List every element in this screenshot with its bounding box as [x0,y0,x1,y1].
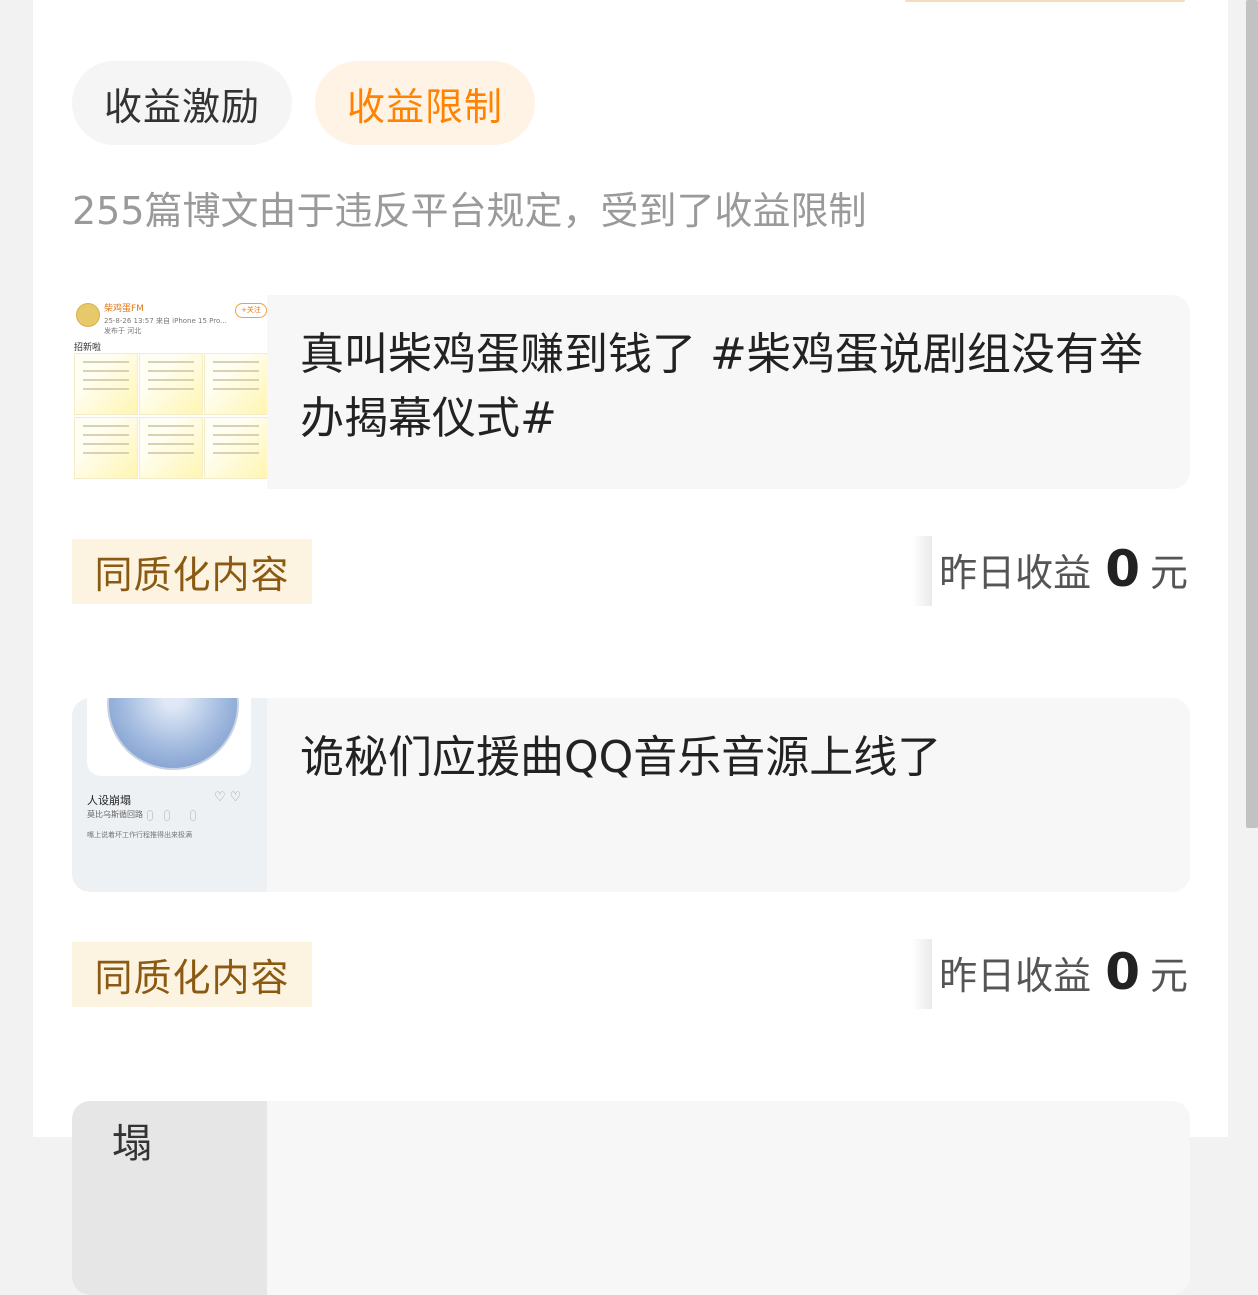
scrollbar-thumb[interactable] [1246,0,1258,828]
yesterday-earnings: 昨日收益 0 元 [939,540,1188,610]
post-thumbnail: 塌 [72,1101,267,1295]
thumb-image-cell [139,353,203,415]
thumb-chip [147,810,153,821]
thumb-image-cell [204,417,267,479]
thumb-meta: 25-8-26 13:57 来自 iPhone 15 Pro... [104,317,227,325]
post-title: 诡秘们应援曲QQ音乐音源上线了 [300,732,942,783]
post-thumbnail: 柴鸡蛋FM 25-8-26 13:57 来自 iPhone 15 Pro... … [72,295,267,489]
tab-income-restriction[interactable]: 收益限制 [315,61,535,145]
thumb-song-title: 人设崩塌 [87,794,131,807]
earnings-unit: 元 [1149,954,1188,998]
avatar [76,303,100,327]
earnings-value: 0 [1105,540,1140,598]
earnings-divider [912,536,932,606]
earnings-value: 0 [1105,943,1140,1001]
earnings-label: 昨日收益 [939,551,1092,595]
thumb-artist: 莫比乌斯循回路 [87,810,143,819]
thumb-image-cell [74,417,138,479]
post-card[interactable]: 塌 [72,1101,1190,1295]
yesterday-earnings: 昨日收益 0 元 [939,943,1188,1013]
previous-section-edge [905,0,1185,2]
tab-income-incentive[interactable]: 收益激励 [72,61,292,145]
post-card[interactable]: 人设崩塌 ♡♡ 莫比乌斯循回路 嘴上说着坏工作行程推得出来极满 诡秘们应援曲QQ… [72,698,1190,892]
thumb-follow-badge: +关注 [235,303,267,318]
thumb-image-cell [139,417,203,479]
earnings-divider [912,939,932,1009]
thumb-lyric: 嘴上说着坏工作行程推得出来极满 [87,831,192,839]
thumb-author-name: 柴鸡蛋FM [104,304,144,314]
thumb-location: 发布于 河北 [104,327,142,335]
violation-tag: 同质化内容 [72,539,312,604]
earnings-label: 昨日收益 [939,954,1092,998]
thumb-caption: 招新啦 [74,343,102,353]
post-thumbnail: 人设崩塌 ♡♡ 莫比乌斯循回路 嘴上说着坏工作行程推得出来极满 [72,698,267,892]
thumb-chip [164,810,170,821]
heart-icon: ♡♡ [214,790,246,805]
violation-tag: 同质化内容 [72,942,312,1007]
thumb-glyph: 塌 [112,1121,152,1167]
scrollbar[interactable] [1246,0,1258,1137]
thumb-image-cell [74,353,138,415]
post-card[interactable]: 柴鸡蛋FM 25-8-26 13:57 来自 iPhone 15 Pro... … [72,295,1190,489]
thumb-chip [190,810,196,821]
post-title: 真叫柴鸡蛋赚到钱了 #柴鸡蛋说剧组没有举办揭幕仪式# [300,329,1143,444]
earnings-unit: 元 [1149,551,1188,595]
restriction-notice: 255篇博文由于违反平台规定，受到了收益限制 [72,189,867,233]
thumb-image-cell [204,353,267,415]
